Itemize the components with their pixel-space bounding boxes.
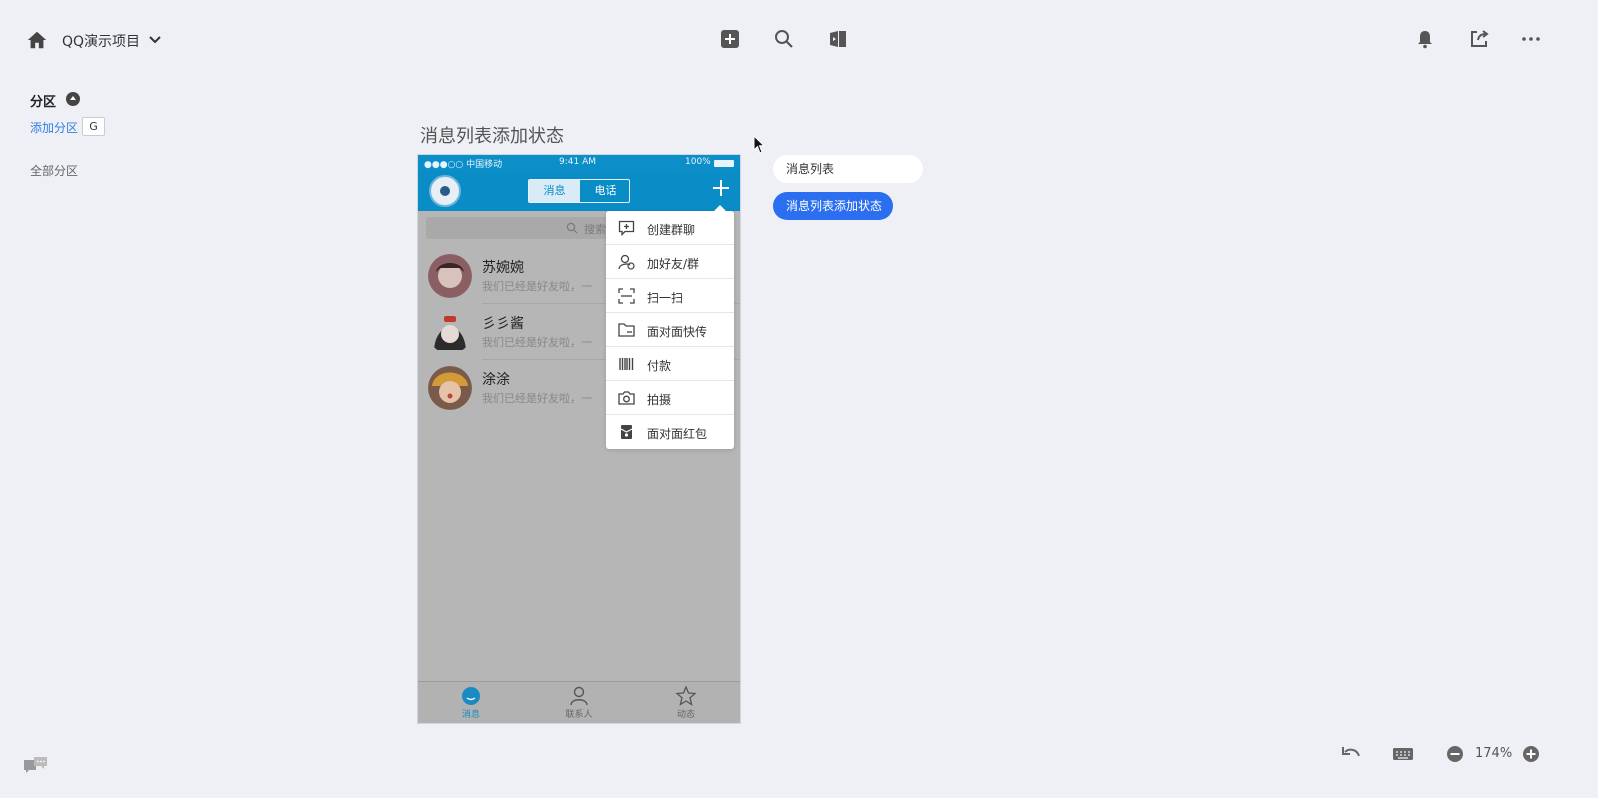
- menu-item-create-group[interactable]: 创建群聊: [606, 211, 734, 245]
- chat-name: 苏婉婉: [482, 260, 524, 276]
- state-item[interactable]: 消息列表: [773, 155, 923, 183]
- menu-label: 加好友/群: [647, 257, 700, 271]
- contacts-icon: [570, 686, 588, 706]
- more-icon[interactable]: [1520, 28, 1542, 50]
- menu-item-scan[interactable]: 扫一扫: [606, 279, 734, 313]
- status-bar: ●●●○○ 中国移动 9:41 AM 100%: [418, 155, 740, 171]
- undo-icon[interactable]: [1339, 744, 1363, 764]
- status-battery: 100%: [685, 157, 711, 167]
- add-square-icon[interactable]: [719, 28, 741, 50]
- menu-item-face-transfer[interactable]: 面对面快传: [606, 313, 734, 347]
- menu-label: 面对面红包: [647, 427, 708, 441]
- menu-item-add-friend[interactable]: 加好友/群: [606, 245, 734, 279]
- nav-bar: 消息 电话: [418, 171, 740, 211]
- top-bar: QQ演示项目: [0, 0, 1598, 80]
- plus-popover-menu: 创建群聊 加好友/群 扫一扫 面对面快传 付款 拍摄 面对面红包: [606, 205, 734, 449]
- create-group-icon: [618, 220, 635, 236]
- status-time: 9:41 AM: [559, 157, 596, 167]
- all-sections-item[interactable]: 全部分区: [30, 162, 78, 179]
- chat-preview: 我们已经是好友啦，一: [482, 280, 592, 293]
- menu-label: 扫一扫: [647, 291, 684, 305]
- camera-icon: [618, 391, 635, 405]
- tab-messages[interactable]: 消息: [529, 180, 580, 202]
- menu-label: 创建群聊: [647, 223, 696, 237]
- artboard-title: 消息列表添加状态: [420, 126, 564, 147]
- zoom-level: 174%: [1475, 746, 1513, 761]
- avatar: [428, 310, 472, 354]
- collapse-icon[interactable]: [66, 92, 80, 106]
- avatar[interactable]: [429, 175, 461, 207]
- search-placeholder: 搜索: [584, 223, 606, 236]
- bell-icon[interactable]: [1414, 28, 1436, 50]
- status-carrier: ●●●○○ 中国移动: [424, 160, 503, 170]
- mouse-cursor-icon: [753, 135, 766, 154]
- chat-name: 彡彡酱: [482, 316, 524, 332]
- scan-icon: [618, 288, 635, 304]
- avatar: [428, 366, 472, 410]
- menu-label: 拍摄: [647, 393, 672, 407]
- folder-transfer-icon: [618, 323, 635, 337]
- battery-icon: [714, 160, 734, 167]
- red-packet-icon: [620, 425, 633, 439]
- avatar: [428, 254, 472, 298]
- message-icon: [462, 687, 480, 705]
- preview-icon[interactable]: [827, 28, 849, 50]
- menu-label: 面对面快传: [647, 325, 708, 339]
- tab-moments-bottom[interactable]: 动态: [656, 686, 716, 722]
- tab-label: 联系人: [565, 710, 593, 720]
- chat-name: 涂涂: [482, 372, 510, 388]
- segmented-control: 消息 电话: [528, 179, 630, 203]
- bottom-tab-bar: 消息 联系人 动态: [418, 681, 740, 723]
- project-title[interactable]: QQ演示项目: [62, 31, 140, 51]
- chat-preview: 我们已经是好友啦，一: [482, 392, 592, 405]
- section-title: 分区: [30, 95, 57, 110]
- zoom-in-icon[interactable]: [1519, 744, 1543, 764]
- search-icon[interactable]: [773, 28, 795, 50]
- menu-label: 付款: [647, 359, 672, 373]
- shortcut-key-badge: G: [82, 117, 105, 136]
- chat-bubble-icon[interactable]: [20, 754, 50, 778]
- home-icon[interactable]: [26, 29, 48, 51]
- chevron-down-icon[interactable]: [148, 33, 162, 47]
- keyboard-icon[interactable]: [1391, 744, 1415, 764]
- tab-label: 动态: [676, 710, 695, 720]
- tab-messages-bottom[interactable]: 消息: [441, 686, 501, 722]
- tab-calls[interactable]: 电话: [580, 180, 629, 202]
- menu-item-shoot[interactable]: 拍摄: [606, 381, 734, 415]
- add-friend-icon: [618, 254, 635, 270]
- chat-preview: 我们已经是好友啦，一: [482, 336, 592, 349]
- search-icon: [566, 222, 578, 234]
- state-item-selected[interactable]: 消息列表添加状态: [773, 192, 893, 220]
- barcode-icon: [619, 358, 634, 370]
- share-icon[interactable]: [1468, 28, 1490, 50]
- menu-item-pay[interactable]: 付款: [606, 347, 734, 381]
- star-icon: [675, 686, 697, 706]
- tab-contacts-bottom[interactable]: 联系人: [549, 686, 609, 722]
- tab-label: 消息: [461, 710, 480, 720]
- menu-item-red-packet[interactable]: 面对面红包: [606, 415, 734, 449]
- add-section-link[interactable]: 添加分区: [30, 119, 78, 136]
- zoom-out-icon[interactable]: [1443, 744, 1467, 764]
- plus-icon[interactable]: [710, 177, 732, 199]
